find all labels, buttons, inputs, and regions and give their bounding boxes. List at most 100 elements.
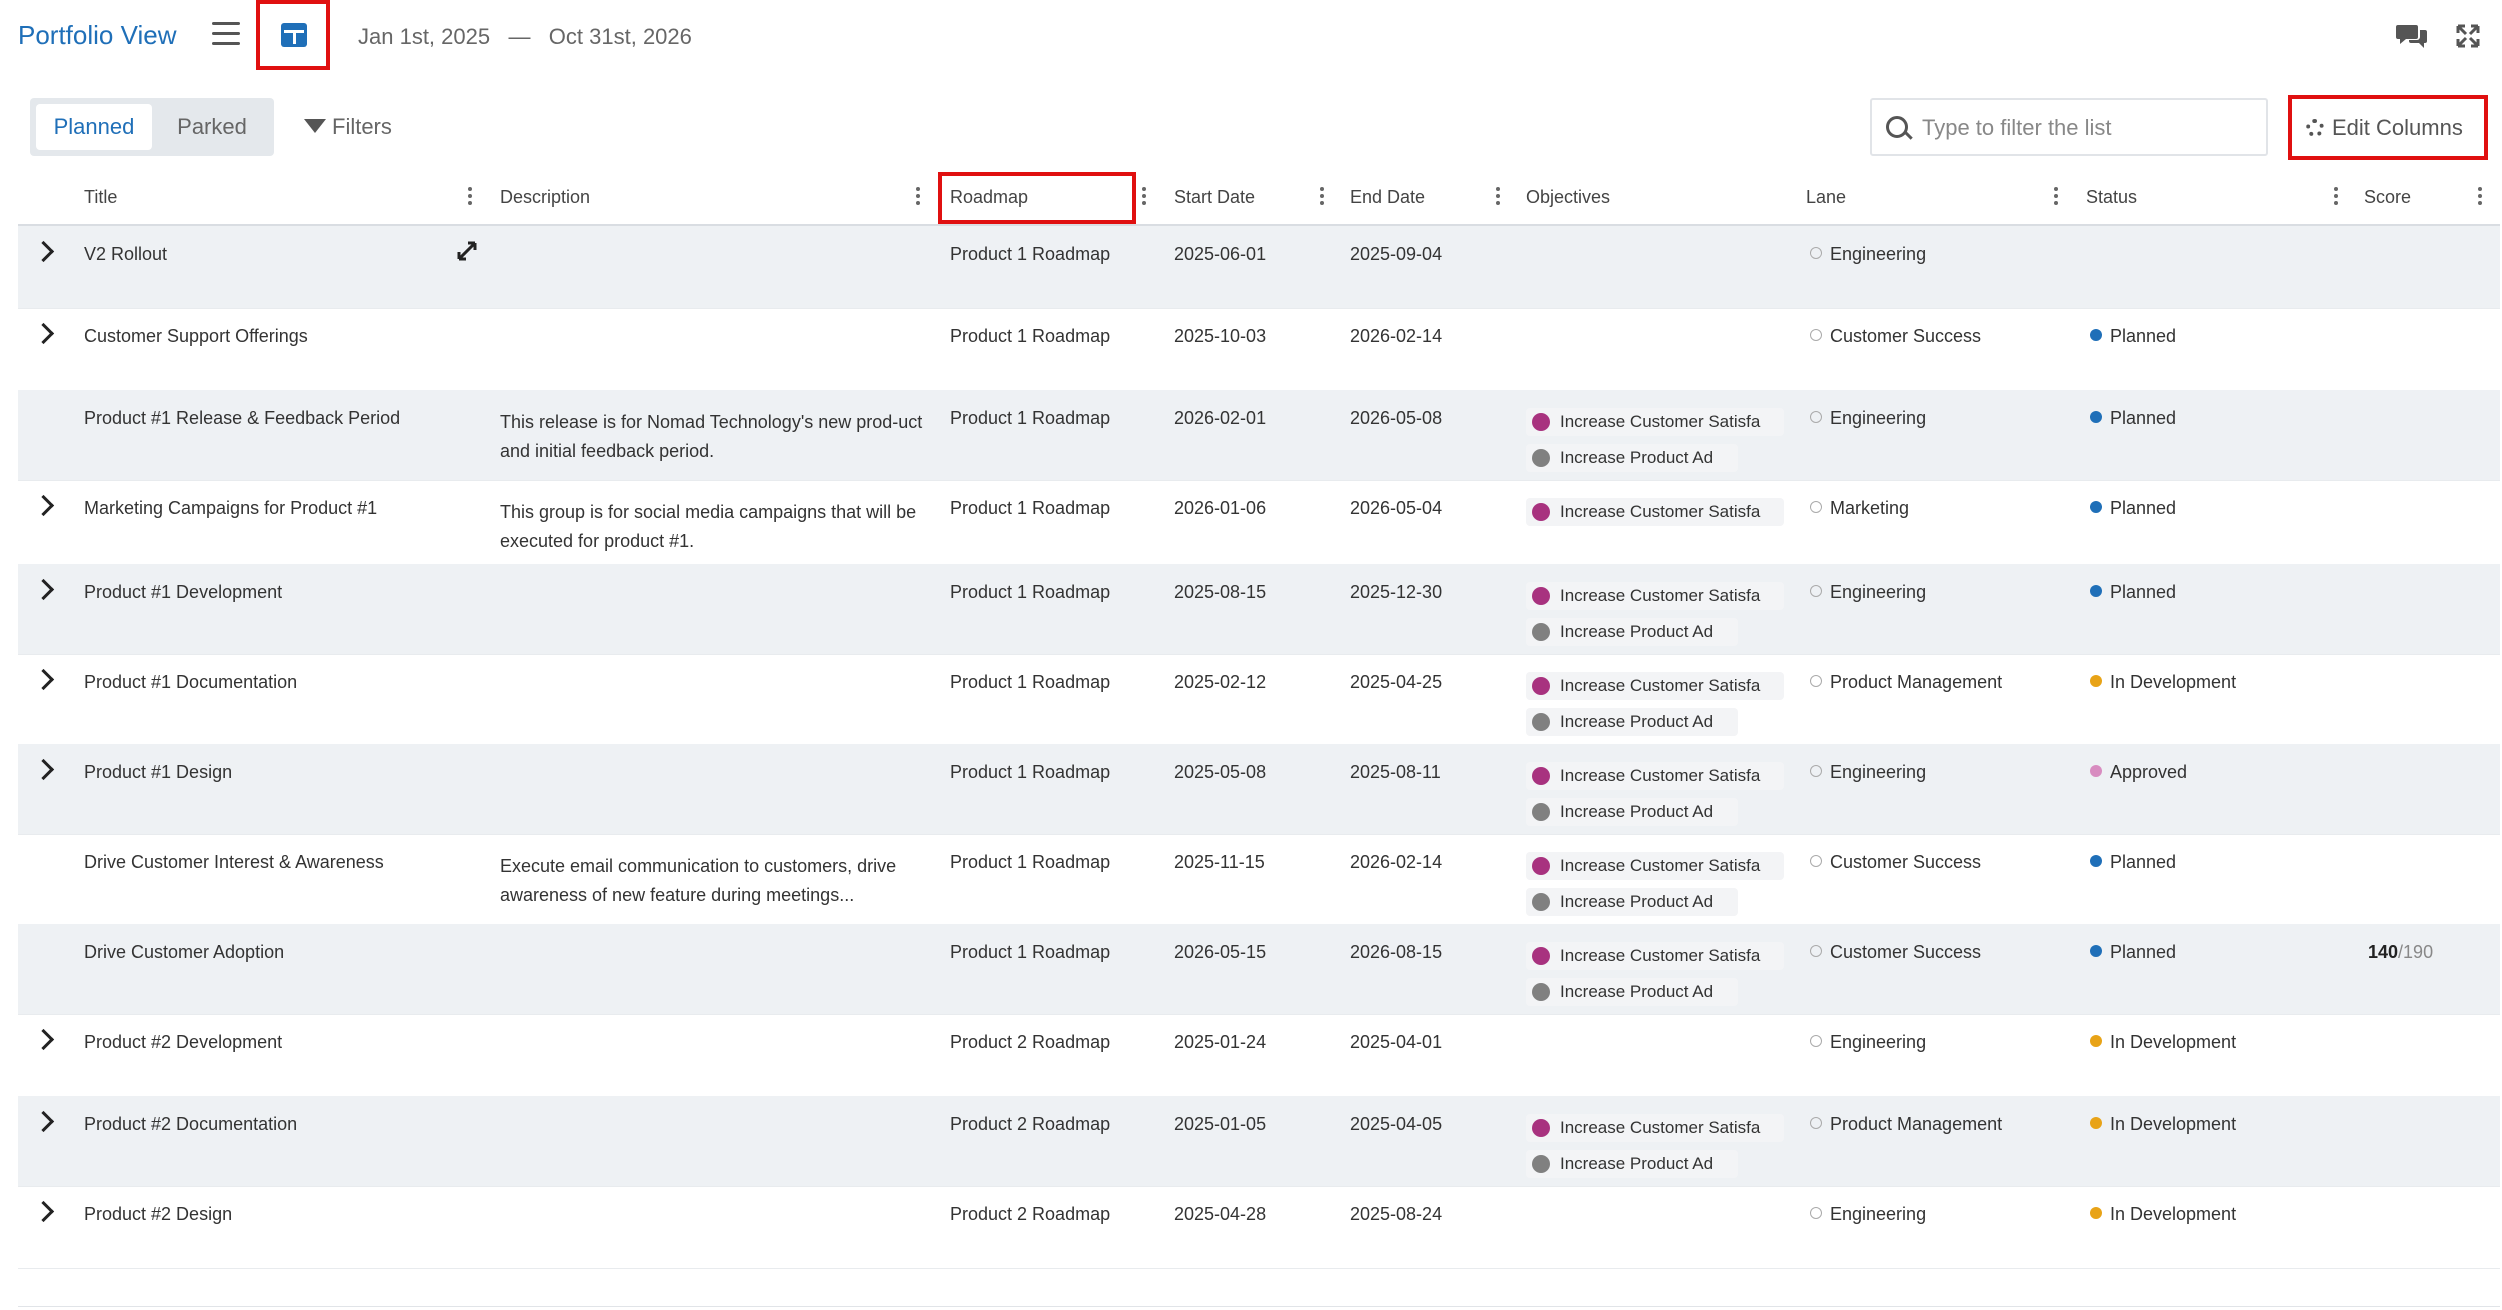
table-row[interactable]: Customer Support Offerings Product 1 Road…	[18, 308, 2500, 391]
row-title[interactable]: Product #2 Design	[84, 1204, 232, 1225]
row-title[interactable]: V2 Rollout	[84, 244, 167, 265]
lane-label: Engineering	[1830, 582, 1927, 602]
filters-button[interactable]: Filters	[304, 114, 392, 140]
objective-chip[interactable]: Increase Customer Satisfa	[1526, 498, 1784, 526]
row-title[interactable]: Product #1 Documentation	[84, 672, 297, 693]
column-menu-icon[interactable]	[1496, 187, 1500, 207]
table-row[interactable]: Product #1 Documentation Product 1 Roadma…	[18, 654, 2500, 745]
status-label: Planned	[2110, 942, 2177, 962]
objective-label: Increase Product Ad	[1560, 802, 1714, 821]
lane-circle-icon	[1810, 765, 1822, 778]
objective-chip[interactable]: Increase Customer Satisfa	[1526, 408, 1784, 436]
column-header-title[interactable]: Title	[84, 170, 117, 224]
objective-color-dot	[1532, 413, 1550, 431]
row-start-date: 2025-01-05	[1174, 1114, 1267, 1134]
date-range[interactable]: Jan 1st, 2025 — Oct 31st, 2026	[358, 24, 692, 50]
column-menu-icon[interactable]	[468, 187, 472, 207]
search-input[interactable]	[1920, 112, 2254, 144]
row-title[interactable]: Customer Support Offerings	[84, 326, 308, 347]
column-header-objectives[interactable]: Objectives	[1526, 170, 1610, 224]
column-header-start-date[interactable]: Start Date	[1174, 170, 1255, 224]
status-dot-icon	[2090, 675, 2102, 688]
row-title[interactable]: Marketing Campaigns for Product #1	[84, 498, 377, 519]
table-row[interactable]: Marketing Campaigns for Product #1 This g…	[18, 480, 2500, 565]
row-lane: Customer Success	[1810, 942, 1981, 963]
tab-planned[interactable]: Planned	[36, 104, 152, 150]
objective-chip[interactable]: Increase Product Ad	[1526, 888, 1738, 916]
table-view-button[interactable]	[256, 0, 330, 70]
objective-chip[interactable]: Increase Product Ad	[1526, 708, 1738, 736]
lane-label: Engineering	[1830, 1032, 1927, 1052]
column-header-score[interactable]: Score	[2364, 170, 2411, 224]
objective-chip[interactable]: Increase Product Ad	[1526, 1150, 1738, 1178]
list-view-icon[interactable]	[212, 22, 240, 48]
row-title[interactable]: Product #2 Development	[84, 1032, 282, 1053]
table-row[interactable]: Product #1 Development Product 1 Roadmap 2…	[18, 564, 2500, 655]
expand-row-chevron-icon[interactable]	[32, 758, 55, 781]
objective-label: Increase Customer Satisfa	[1560, 586, 1761, 605]
row-lane: Marketing	[1810, 498, 1909, 519]
column-menu-icon[interactable]	[2054, 187, 2058, 207]
objective-chip[interactable]: Increase Customer Satisfa	[1526, 1114, 1784, 1142]
objective-chip[interactable]: Increase Customer Satisfa	[1526, 582, 1784, 610]
column-header-description[interactable]: Description	[500, 170, 590, 224]
column-menu-icon[interactable]	[2334, 187, 2338, 207]
expand-row-chevron-icon[interactable]	[32, 322, 55, 345]
objective-chip[interactable]: Increase Customer Satisfa	[1526, 672, 1784, 700]
row-lane: Engineering	[1810, 582, 1926, 603]
objective-chip[interactable]: Increase Customer Satisfa	[1526, 852, 1784, 880]
expand-row-chevron-icon[interactable]	[32, 494, 55, 517]
table-row[interactable]: Drive Customer Adoption Product 1 Roadmap…	[18, 924, 2500, 1015]
open-item-expand-icon[interactable]	[456, 240, 478, 262]
row-description: This group is for social media campaigns…	[500, 502, 917, 551]
column-menu-icon[interactable]	[1320, 187, 1324, 207]
expand-row-chevron-icon[interactable]	[32, 1110, 55, 1133]
expand-row-chevron-icon[interactable]	[32, 240, 55, 263]
objective-chip[interactable]: Increase Customer Satisfa	[1526, 762, 1784, 790]
status-label: Planned	[2110, 852, 2177, 872]
row-roadmap: Product 1 Roadmap	[950, 498, 1111, 518]
row-description: This release is for Nomad Technology's n…	[500, 412, 923, 461]
tab-parked[interactable]: Parked	[158, 104, 266, 150]
table-row[interactable]: Product #2 Design Product 2 Roadmap 2025-0…	[18, 1186, 2500, 1269]
table-row[interactable]: V2 Rollout Product 1 Roadmap 2025-06-01 202…	[18, 226, 2500, 309]
expand-row-chevron-icon[interactable]	[32, 578, 55, 601]
expand-row-chevron-icon[interactable]	[32, 1028, 55, 1051]
column-menu-icon[interactable]	[1142, 187, 1146, 207]
objective-chip[interactable]: Increase Product Ad	[1526, 618, 1738, 646]
column-menu-icon[interactable]	[916, 187, 920, 207]
row-title[interactable]: Product #1 Design	[84, 762, 232, 783]
table-row[interactable]: Drive Customer Interest & Awareness Execu…	[18, 834, 2500, 925]
column-header-end-date[interactable]: End Date	[1350, 170, 1425, 224]
fullscreen-icon[interactable]	[2456, 24, 2480, 48]
objective-chip[interactable]: Increase Customer Satisfa	[1526, 942, 1784, 970]
column-header-lane[interactable]: Lane	[1806, 170, 1846, 224]
expand-row-chevron-icon[interactable]	[32, 668, 55, 691]
objective-label: Increase Product Ad	[1560, 622, 1714, 641]
objective-chip[interactable]: Increase Product Ad	[1526, 798, 1738, 826]
table-row[interactable]: Product #2 Documentation Product 2 Roadma…	[18, 1096, 2500, 1187]
expand-row-chevron-icon[interactable]	[32, 1200, 55, 1223]
row-status: Planned	[2090, 852, 2176, 873]
edit-columns-button[interactable]: Edit Columns	[2288, 95, 2488, 160]
objective-chip[interactable]: Increase Product Ad	[1526, 444, 1738, 472]
row-start-date: 2025-02-12	[1174, 672, 1267, 692]
column-menu-icon[interactable]	[2478, 187, 2482, 207]
row-description: Execute email communication to customers…	[500, 856, 897, 905]
table-row[interactable]: Product #1 Release & Feedback Period This…	[18, 390, 2500, 481]
row-title[interactable]: Drive Customer Adoption	[84, 942, 284, 963]
comments-icon[interactable]	[2396, 22, 2428, 50]
column-header-status[interactable]: Status	[2086, 170, 2137, 224]
table-row[interactable]: Product #2 Development Product 2 Roadmap 2…	[18, 1014, 2500, 1097]
row-title[interactable]: Product #1 Release & Feedback Period	[84, 408, 400, 429]
objective-color-dot	[1532, 449, 1550, 467]
row-title[interactable]: Product #2 Documentation	[84, 1114, 297, 1135]
table-row[interactable]: Product #1 Design Product 1 Roadmap 2025-0…	[18, 744, 2500, 835]
objective-chip[interactable]: Increase Product Ad	[1526, 978, 1738, 1006]
row-title[interactable]: Product #1 Development	[84, 582, 282, 603]
column-header-roadmap[interactable]: Roadmap	[950, 170, 1028, 224]
row-start-date: 2025-06-01	[1174, 244, 1267, 264]
lane-label: Engineering	[1830, 762, 1927, 782]
lane-label: Customer Success	[1830, 326, 1982, 346]
row-title[interactable]: Drive Customer Interest & Awareness	[84, 852, 384, 873]
